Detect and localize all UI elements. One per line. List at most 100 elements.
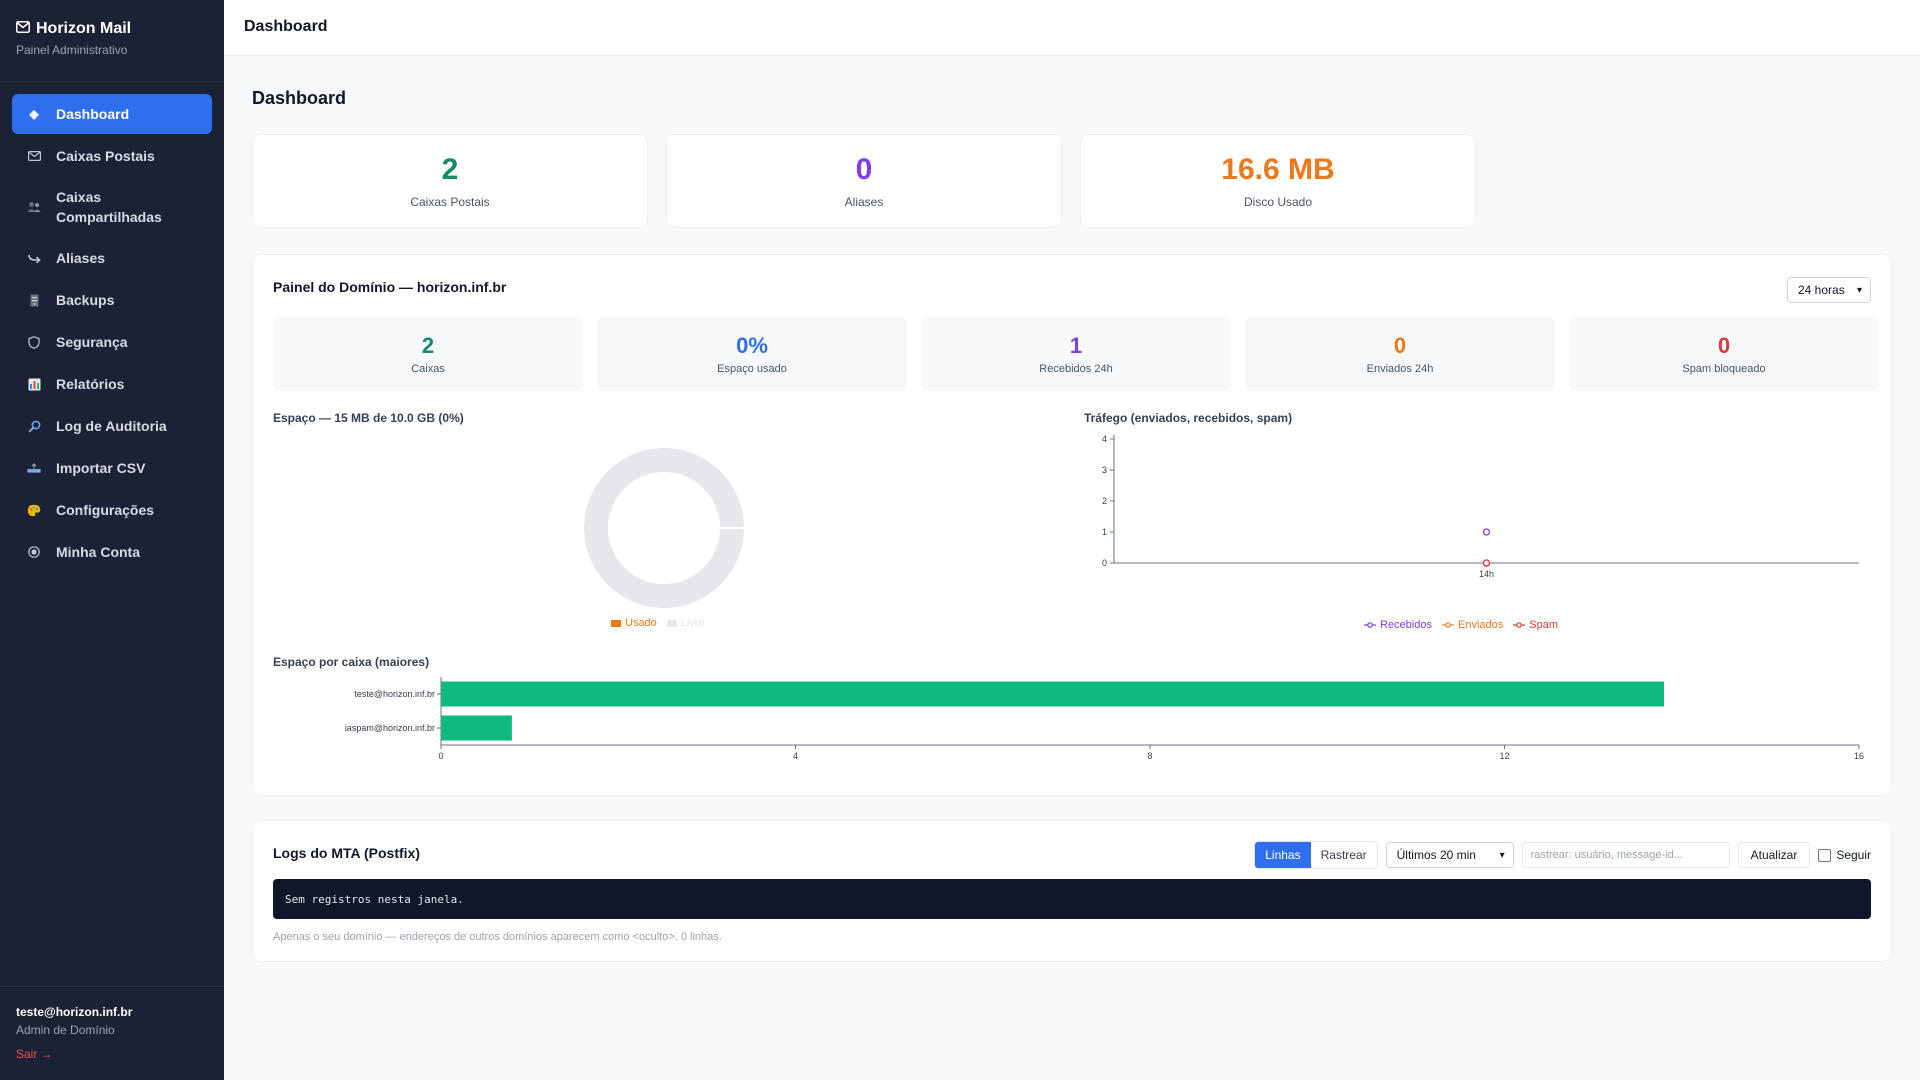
envelope-icon	[16, 20, 30, 38]
mailbox-space-bar-chart: teste@horizon.inf.br iaspam@horizon.inf.b…	[345, 677, 1864, 761]
bar-teste@horizon.inf.br	[441, 681, 1665, 707]
mini-stat-value: 0%	[736, 333, 768, 358]
point-spam	[1482, 559, 1491, 567]
legend-label: Spam	[1529, 619, 1558, 631]
traffic-chart-legend: Recebidos Enviados Spam	[1364, 619, 1558, 631]
y-tick-label: 3	[1102, 465, 1107, 475]
sidebar-item-label: Relatórios	[56, 376, 125, 392]
brand-title-row: Horizon Mail	[16, 20, 208, 38]
stat-card-aliases: 0 Aliases	[666, 134, 1062, 228]
category-label: teste@horizon.inf.br	[354, 689, 435, 699]
brand-subtitle: Painel Administrativo	[16, 43, 128, 57]
sidebar-item-label: Minha Conta	[56, 544, 140, 560]
topbar-title: Dashboard	[244, 18, 328, 35]
forward-arrow-icon	[26, 250, 42, 266]
x-tick-label: 8	[1147, 751, 1152, 761]
traffic-chart-title: Tráfego (enviados, recebidos, spam)	[1084, 411, 1293, 425]
y-tick-label: 2	[1102, 496, 1107, 506]
user-circle-icon	[26, 544, 42, 560]
mta-logs-panel: Logs do MTA (Postfix) Linhas Rastrear Úl…	[252, 820, 1892, 962]
user-email: teste@horizon.inf.br	[16, 1005, 133, 1019]
mini-stat-value: 0	[1393, 333, 1407, 358]
topbar: Dashboard	[224, 0, 1920, 56]
sidebar-item-relatorios[interactable]: Relatórios	[12, 364, 212, 404]
mini-stat-espaco-usado: 0% Espaço usado	[597, 317, 907, 391]
legend-swatch	[666, 619, 677, 627]
legend-item-spam[interactable]: Spam	[1513, 619, 1558, 631]
mini-stat-recebidos: 1 Recebidos 24h	[921, 317, 1231, 391]
donut-slice-livre	[584, 448, 744, 608]
logs-toolbar: Linhas Rastrear Últimos 20 min ▾ Atualiz…	[1254, 841, 1871, 869]
sidebar-item-caixas-compartilhadas[interactable]: Caixas Compartilhadas	[12, 178, 212, 236]
x-tick-label: 4	[793, 751, 798, 761]
mini-stat-label: Recebidos 24h	[1039, 363, 1113, 375]
brand-title: Horizon Mail	[36, 20, 132, 37]
sidebar-item-label: Caixas Postais	[56, 148, 155, 164]
x-tick-label: 12	[1499, 751, 1509, 761]
stat-cards: 2 Caixas Postais 0 Aliases 16.6 MB Disco…	[252, 134, 1476, 228]
main-content: Dashboard 2 Caixas Postais 0 Aliases 16.…	[224, 56, 1920, 1080]
mode-trace-button[interactable]: Rastrear	[1310, 842, 1377, 868]
sidebar-item-aliases[interactable]: Aliases	[12, 238, 212, 278]
mini-stat-value: 0	[1717, 333, 1731, 358]
sidebar-item-backups[interactable]: Backups	[12, 280, 212, 320]
log-window-select[interactable]: Últimos 20 min ▾	[1385, 842, 1514, 868]
space-chart-title: Espaço — 15 MB de 10.0 GB (0%)	[273, 411, 464, 425]
mailbox-space-chart-title: Espaço por caixa (maiores)	[273, 655, 430, 669]
domain-panel: Painel do Domínio — horizon.inf.br 24 ho…	[252, 254, 1892, 796]
sidebar-item-dashboard[interactable]: ◈ Dashboard	[12, 94, 212, 134]
category-label: iaspam@horizon.inf.br	[345, 723, 435, 733]
stat-label: Disco Usado	[1243, 195, 1313, 209]
sidebar-item-minha-conta[interactable]: Minha Conta	[12, 532, 212, 572]
time-range-select[interactable]: 24 horas ▾	[1787, 277, 1871, 303]
y-tick-label: 0	[1102, 558, 1107, 568]
domain-panel-title: Painel do Domínio — horizon.inf.br	[273, 279, 507, 295]
logout-link[interactable]: Sair →	[16, 1047, 53, 1061]
sidebar-item-seguranca[interactable]: Segurança	[12, 322, 212, 362]
stat-label: Aliases	[844, 195, 884, 209]
stat-card-disco-usado: 16.6 MB Disco Usado	[1080, 134, 1476, 228]
log-mode-toggle: Linhas Rastrear	[1254, 841, 1378, 869]
checkbox-box[interactable]	[1818, 848, 1832, 862]
legend-item-usado[interactable]: Usado	[611, 617, 657, 629]
mode-lines-button[interactable]: Linhas	[1255, 842, 1311, 868]
sidebar-item-label: Importar CSV	[56, 460, 146, 476]
x-tick-label: 16	[1854, 751, 1864, 761]
brand: Horizon Mail Painel Administrativo	[0, 0, 224, 82]
sidebar-item-importar-csv[interactable]: Importar CSV	[12, 448, 212, 488]
mini-stat-label: Spam bloqueado	[1682, 363, 1766, 375]
sidebar-item-configuracoes[interactable]: Configurações	[12, 490, 212, 530]
legend-label: Enviados	[1457, 619, 1504, 631]
sidebar-item-log-de-auditoria[interactable]: Log de Auditoria	[12, 406, 212, 446]
bar-iaspam@horizon.inf.br	[441, 715, 512, 741]
stat-value: 2	[441, 153, 459, 186]
sidebar: Horizon Mail Painel Administrativo ◈ Das…	[0, 0, 224, 1080]
mini-stat-label: Caixas	[411, 363, 445, 375]
mini-stat-label: Enviados 24h	[1366, 363, 1434, 375]
legend-label: Recebidos	[1380, 619, 1432, 631]
sidebar-item-caixas-postais[interactable]: Caixas Postais	[12, 136, 212, 176]
log-console: Sem registros nesta janela.	[273, 879, 1871, 919]
point-recebidos	[1482, 528, 1491, 536]
sidebar-item-label: Segurança	[56, 334, 128, 350]
storage-icon	[26, 292, 42, 308]
refresh-button[interactable]: Atualizar	[1737, 842, 1811, 868]
time-range-value: 24 horas	[1798, 283, 1845, 297]
log-trace-input[interactable]	[1521, 842, 1730, 868]
legend-line-marker	[1513, 622, 1526, 628]
legend-item-recebidos[interactable]: Recebidos	[1364, 619, 1432, 631]
magnifier-icon	[26, 418, 42, 434]
legend-item-enviados[interactable]: Enviados	[1441, 619, 1504, 631]
y-tick-label: 1	[1102, 527, 1107, 537]
legend-swatch	[611, 619, 621, 627]
traffic-line-chart: 0 1 2 3 4 14h	[1102, 434, 1859, 579]
stat-label: Caixas Postais	[410, 195, 490, 209]
page-title: Dashboard	[252, 88, 347, 108]
mini-stat-value: 2	[421, 333, 435, 358]
mini-stat-caixas: 2 Caixas	[273, 317, 583, 391]
legend-item-livre[interactable]: Livre	[666, 617, 705, 629]
sidebar-item-label: Backups	[56, 292, 115, 308]
diamond-icon: ◈	[29, 107, 39, 121]
follow-checkbox[interactable]: Seguir	[1818, 848, 1871, 862]
sidebar-nav: ◈ Dashboard Caixas Postais Caixas Compar…	[0, 82, 224, 586]
